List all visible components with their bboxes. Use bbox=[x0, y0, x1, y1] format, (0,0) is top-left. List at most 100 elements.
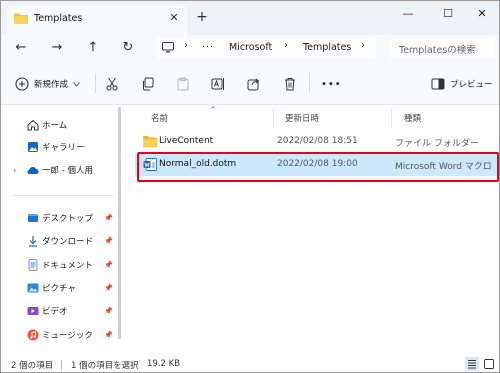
video-icon bbox=[27, 307, 39, 315]
file-explorer-window: Templates ✕ + — ☐ ✕ ← → ↑ ↻ › ··· Micros… bbox=[0, 0, 500, 373]
preview-pane-icon bbox=[431, 78, 445, 90]
details-view-icon[interactable] bbox=[465, 357, 479, 371]
close-button[interactable]: ✕ bbox=[469, 3, 495, 25]
pin-icon[interactable]: 📌 bbox=[104, 307, 113, 315]
home-icon bbox=[27, 119, 39, 131]
new-button[interactable]: 新規作成 bbox=[15, 75, 80, 93]
sidebar-item-music[interactable]: ミュージック 📌 bbox=[1, 326, 113, 344]
file-date: 2022/02/08 18:51 bbox=[277, 136, 358, 146]
pictures-icon bbox=[27, 283, 39, 293]
sidebar-item-label: デスクトップ bbox=[42, 214, 94, 224]
copy-icon bbox=[143, 77, 154, 91]
file-row-livecontent[interactable]: LiveContent 2022/02/08 18:51 ファイル フォルダー bbox=[135, 131, 497, 153]
sidebar-item-label: 一郎 - 個人用 bbox=[42, 166, 93, 176]
sort-ascending-icon: ^ bbox=[210, 106, 216, 114]
new-button-label: 新規作成 bbox=[34, 80, 69, 90]
share-icon bbox=[247, 78, 260, 91]
copy-button[interactable] bbox=[141, 75, 155, 93]
title-bar: Templates ✕ + — ☐ ✕ bbox=[1, 1, 499, 35]
file-name: LiveContent bbox=[159, 136, 214, 146]
command-bar: 新規作成 ••• プレビュー bbox=[1, 61, 499, 105]
breadcrumb-microsoft[interactable]: Microsoft bbox=[229, 42, 272, 53]
this-pc-icon bbox=[162, 42, 174, 53]
sidebar-scrollbar[interactable] bbox=[118, 107, 121, 339]
sidebar-item-label: ドキュメント bbox=[42, 261, 94, 271]
download-icon bbox=[29, 236, 37, 247]
maximize-button[interactable]: ☐ bbox=[435, 3, 461, 25]
sidebar-item-onedrive[interactable]: › 一郎 - 個人用 bbox=[1, 161, 113, 179]
pin-icon[interactable]: 📌 bbox=[104, 237, 113, 245]
chevron-down-icon bbox=[73, 81, 80, 87]
tab-title: Templates bbox=[34, 13, 83, 24]
tab-templates[interactable]: Templates ✕ bbox=[7, 5, 187, 35]
sidebar-item-pictures[interactable]: ピクチャ 📌 bbox=[1, 279, 113, 297]
sidebar-item-label: ホーム bbox=[42, 121, 68, 131]
sidebar-item-label: ビデオ bbox=[42, 307, 68, 317]
expand-chevron-icon[interactable]: › bbox=[13, 166, 16, 175]
large-icons-view-icon[interactable] bbox=[482, 357, 496, 371]
address-bar[interactable]: › ··· Microsoft › Templates › bbox=[156, 38, 376, 58]
sidebar-item-gallery[interactable]: ギャラリー bbox=[1, 138, 113, 156]
new-tab-button[interactable]: + bbox=[194, 9, 210, 25]
navigation-bar: ← → ↑ ↻ › ··· Microsoft › Templates › Te… bbox=[1, 35, 499, 61]
column-header-name[interactable]: 名前 bbox=[151, 112, 168, 124]
document-icon bbox=[28, 259, 38, 271]
up-button[interactable]: ↑ bbox=[83, 38, 103, 58]
sidebar-item-downloads[interactable]: ダウンロード 📌 bbox=[1, 232, 113, 250]
breadcrumb-overflow[interactable]: ··· bbox=[202, 42, 214, 53]
file-type: ファイル フォルダー bbox=[395, 139, 479, 149]
breadcrumb-chevron[interactable]: › bbox=[284, 40, 288, 51]
sidebar-item-home[interactable]: ホーム bbox=[1, 116, 113, 134]
status-selected: 1 個の項目を選択 bbox=[71, 361, 139, 371]
cut-button[interactable] bbox=[105, 75, 119, 93]
delete-button[interactable] bbox=[283, 75, 297, 93]
column-header-date[interactable]: 更新日時 bbox=[285, 112, 319, 124]
preview-label: プレビュー bbox=[450, 80, 493, 90]
clipboard-icon bbox=[177, 77, 189, 91]
share-button[interactable] bbox=[247, 75, 261, 93]
forward-button[interactable]: → bbox=[47, 38, 67, 58]
rename-icon bbox=[211, 78, 224, 90]
breadcrumb-chevron[interactable]: › bbox=[184, 40, 188, 51]
toolbar-divider bbox=[95, 73, 96, 93]
search-placeholder: Templatesの検索 bbox=[399, 45, 476, 56]
column-divider[interactable] bbox=[391, 108, 392, 128]
plus-circle-icon bbox=[15, 77, 29, 91]
status-divider bbox=[61, 360, 62, 370]
sidebar-item-label: ミュージック bbox=[42, 331, 93, 341]
gallery-icon bbox=[28, 142, 38, 152]
breadcrumb-templates[interactable]: Templates bbox=[303, 42, 351, 53]
status-size: 19.2 KB bbox=[147, 359, 181, 369]
folder-icon bbox=[143, 136, 157, 148]
sidebar-divider bbox=[13, 195, 113, 196]
column-header-type[interactable]: 種類 bbox=[404, 112, 421, 124]
more-options-button[interactable]: ••• bbox=[321, 75, 342, 93]
status-item-count: 2 個の項目 bbox=[11, 361, 54, 371]
sidebar-item-desktop[interactable]: デスクトップ 📌 bbox=[1, 209, 113, 227]
scissors-icon bbox=[106, 77, 118, 91]
paste-button[interactable] bbox=[176, 75, 190, 93]
folder-icon bbox=[14, 13, 28, 24]
search-box[interactable]: Templatesの検索 bbox=[389, 38, 495, 58]
sidebar-item-videos[interactable]: ビデオ 📌 bbox=[1, 302, 113, 320]
pin-icon[interactable]: 📌 bbox=[104, 214, 113, 222]
toolbar-divider bbox=[309, 73, 310, 93]
sidebar-item-label: ダウンロード bbox=[42, 237, 94, 247]
highlight-annotation-box bbox=[137, 152, 499, 182]
status-bar: 2 個の項目 1 個の項目を選択 19.2 KB bbox=[1, 356, 499, 372]
pin-icon[interactable]: 📌 bbox=[104, 261, 113, 269]
sidebar-item-documents[interactable]: ドキュメント 📌 bbox=[1, 256, 113, 274]
pin-icon[interactable]: 📌 bbox=[104, 284, 113, 292]
rename-button[interactable] bbox=[211, 75, 225, 93]
back-button[interactable]: ← bbox=[11, 38, 31, 58]
tab-close-button[interactable]: ✕ bbox=[167, 11, 181, 25]
refresh-button[interactable]: ↻ bbox=[118, 38, 138, 58]
trash-icon bbox=[285, 78, 295, 91]
column-divider[interactable] bbox=[273, 108, 274, 128]
music-icon bbox=[27, 329, 39, 341]
minimize-button[interactable]: — bbox=[395, 3, 421, 25]
pin-icon[interactable]: 📌 bbox=[104, 331, 113, 339]
onedrive-cloud-icon bbox=[27, 167, 39, 174]
preview-pane-button[interactable]: プレビュー bbox=[431, 75, 493, 93]
breadcrumb-chevron[interactable]: › bbox=[361, 40, 365, 51]
